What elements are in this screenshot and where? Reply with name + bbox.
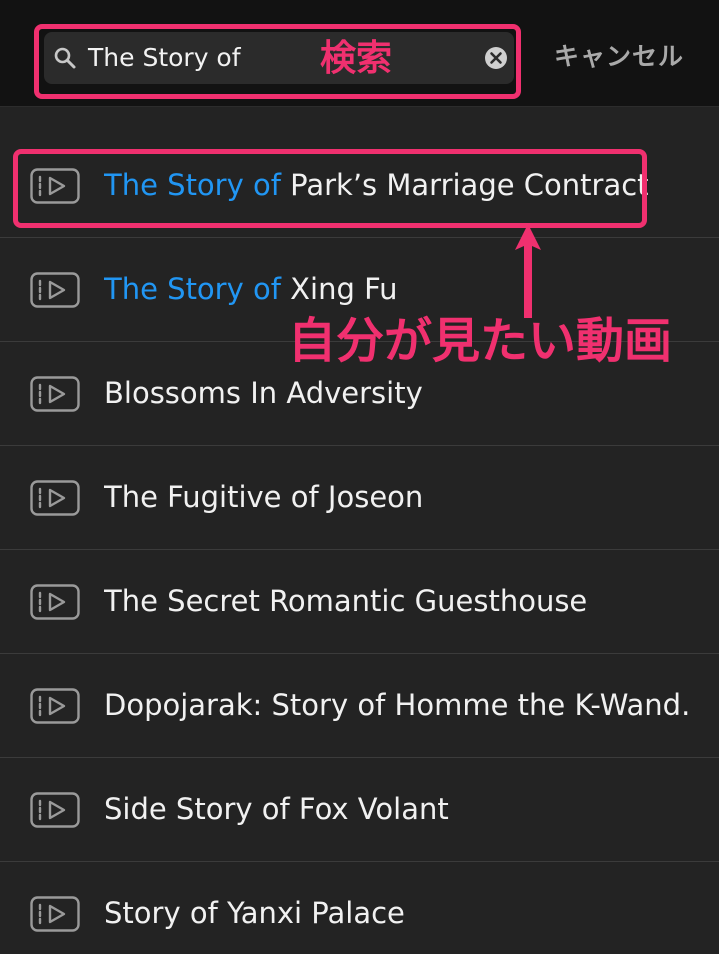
video-icon [30,376,80,412]
list-item-title: The Fugitive of Joseon [104,446,423,549]
annotation-search-label: 検索 [320,38,393,79]
title-text: Blossoms In Adversity [104,376,423,410]
cancel-button[interactable]: キャンセル [554,34,684,80]
title-text: Xing Fu [280,272,398,306]
list-item-title: Dopojarak: Story of Homme the K-Wand... [104,654,689,757]
matched-text: The Story of [104,272,281,306]
list-item[interactable]: The Fugitive of Joseon [0,446,719,550]
title-text: Side Story of Fox Volant [104,792,449,826]
annotation-arrow-icon [513,224,543,320]
list-item[interactable]: The Secret Romantic Guesthouse [0,550,719,654]
title-text: The Fugitive of Joseon [104,480,424,514]
list-item-title: The Secret Romantic Guesthouse [104,550,587,653]
video-icon [30,480,80,516]
video-icon [30,792,80,828]
list-item[interactable]: Dopojarak: Story of Homme the K-Wand... [0,654,719,758]
video-icon [30,896,80,932]
title-text: Story of Yanxi Palace [104,896,405,930]
screen: The Story of キャンセル The Story of Park’s M… [0,0,719,954]
annotation-target-label: 自分が見たい動画 [288,313,673,369]
title-text: The Secret Romantic Guesthouse [104,584,588,618]
annotation-search-box [34,24,521,99]
video-icon [30,688,80,724]
title-text: Dopojarak: Story of Homme the K-Wand... [104,688,689,722]
video-icon [30,584,80,620]
search-results-list: The Story of Park’s Marriage Contract The… [0,134,719,954]
annotation-target-box [13,149,647,228]
list-item-title: Side Story of Fox Volant [104,758,449,861]
list-item[interactable]: Side Story of Fox Volant [0,758,719,862]
list-item[interactable]: Story of Yanxi Palace [0,862,719,954]
list-item-title: Story of Yanxi Palace [104,862,405,954]
video-icon [30,272,80,308]
